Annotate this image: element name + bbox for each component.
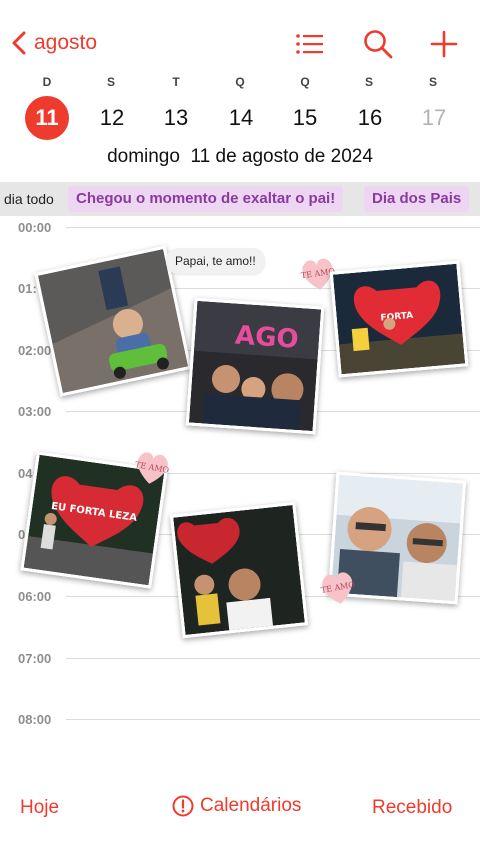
- today-button[interactable]: Hoje: [20, 797, 59, 819]
- all-day-label: dia todo: [4, 191, 54, 207]
- hour-line: [66, 719, 480, 720]
- day-15[interactable]: 15: [283, 96, 327, 140]
- hour-label: 03:00: [18, 404, 52, 419]
- list-icon[interactable]: [294, 28, 326, 60]
- hour-label: 02:00: [18, 343, 52, 358]
- event-chip[interactable]: Dia dos Pais: [364, 186, 470, 212]
- back-label: agosto: [34, 31, 98, 54]
- day-12[interactable]: 12: [90, 96, 134, 140]
- back-button[interactable]: agosto: [10, 30, 97, 56]
- hour-label: 01:: [18, 281, 37, 296]
- search-icon[interactable]: [362, 28, 394, 60]
- plus-icon[interactable]: [428, 28, 460, 60]
- heart-icon: TE AMO: [134, 452, 170, 484]
- day-13[interactable]: 13: [154, 96, 198, 140]
- all-day-bar: dia todo Chegou o momento de exaltar o p…: [0, 182, 480, 216]
- photo-family-letters: AGO: [185, 297, 325, 435]
- hour-line: [66, 658, 480, 659]
- day-11-selected[interactable]: 11: [25, 96, 69, 140]
- hour-label: 00:00: [18, 220, 52, 235]
- calendars-button[interactable]: Calendários: [172, 795, 301, 817]
- weekday-label: S: [428, 75, 437, 89]
- chevron-left-icon: [12, 31, 26, 55]
- heart-icon: TE AMO: [320, 572, 356, 604]
- day-16[interactable]: 16: [348, 96, 392, 140]
- day-17[interactable]: 17: [412, 96, 456, 140]
- speech-bubble: Papai, te amo!!: [166, 248, 265, 274]
- weekday-label: Q: [300, 75, 310, 89]
- event-chip[interactable]: Chegou o momento de exaltar o pai!: [68, 186, 344, 212]
- sign-letters: AGO: [234, 321, 300, 355]
- hour-label: 08:00: [18, 712, 52, 727]
- photo-fortaleza-sign: FORTA: [329, 260, 469, 378]
- calendars-label: Calendários: [200, 795, 302, 816]
- top-nav: agosto: [0, 0, 480, 70]
- hour-label: 06:00: [18, 589, 52, 604]
- weekday-label: T: [172, 75, 180, 89]
- day-14[interactable]: 14: [219, 96, 263, 140]
- hour-line: [66, 227, 480, 228]
- weekday-label: Q: [235, 75, 245, 89]
- photo-night-selfie: [169, 501, 309, 639]
- bottom-toolbar: Hoje Calendários Recebido: [0, 768, 480, 854]
- inbox-button[interactable]: Recebido: [372, 797, 452, 819]
- hour-label: 07:00: [18, 651, 52, 666]
- weekday-label: D: [42, 75, 52, 89]
- weekday-label: S: [364, 75, 373, 89]
- weekday-label: S: [106, 75, 115, 89]
- alert-circle-icon: [172, 795, 194, 817]
- full-date-label: domingo 11 de agosto de 2024: [107, 146, 373, 167]
